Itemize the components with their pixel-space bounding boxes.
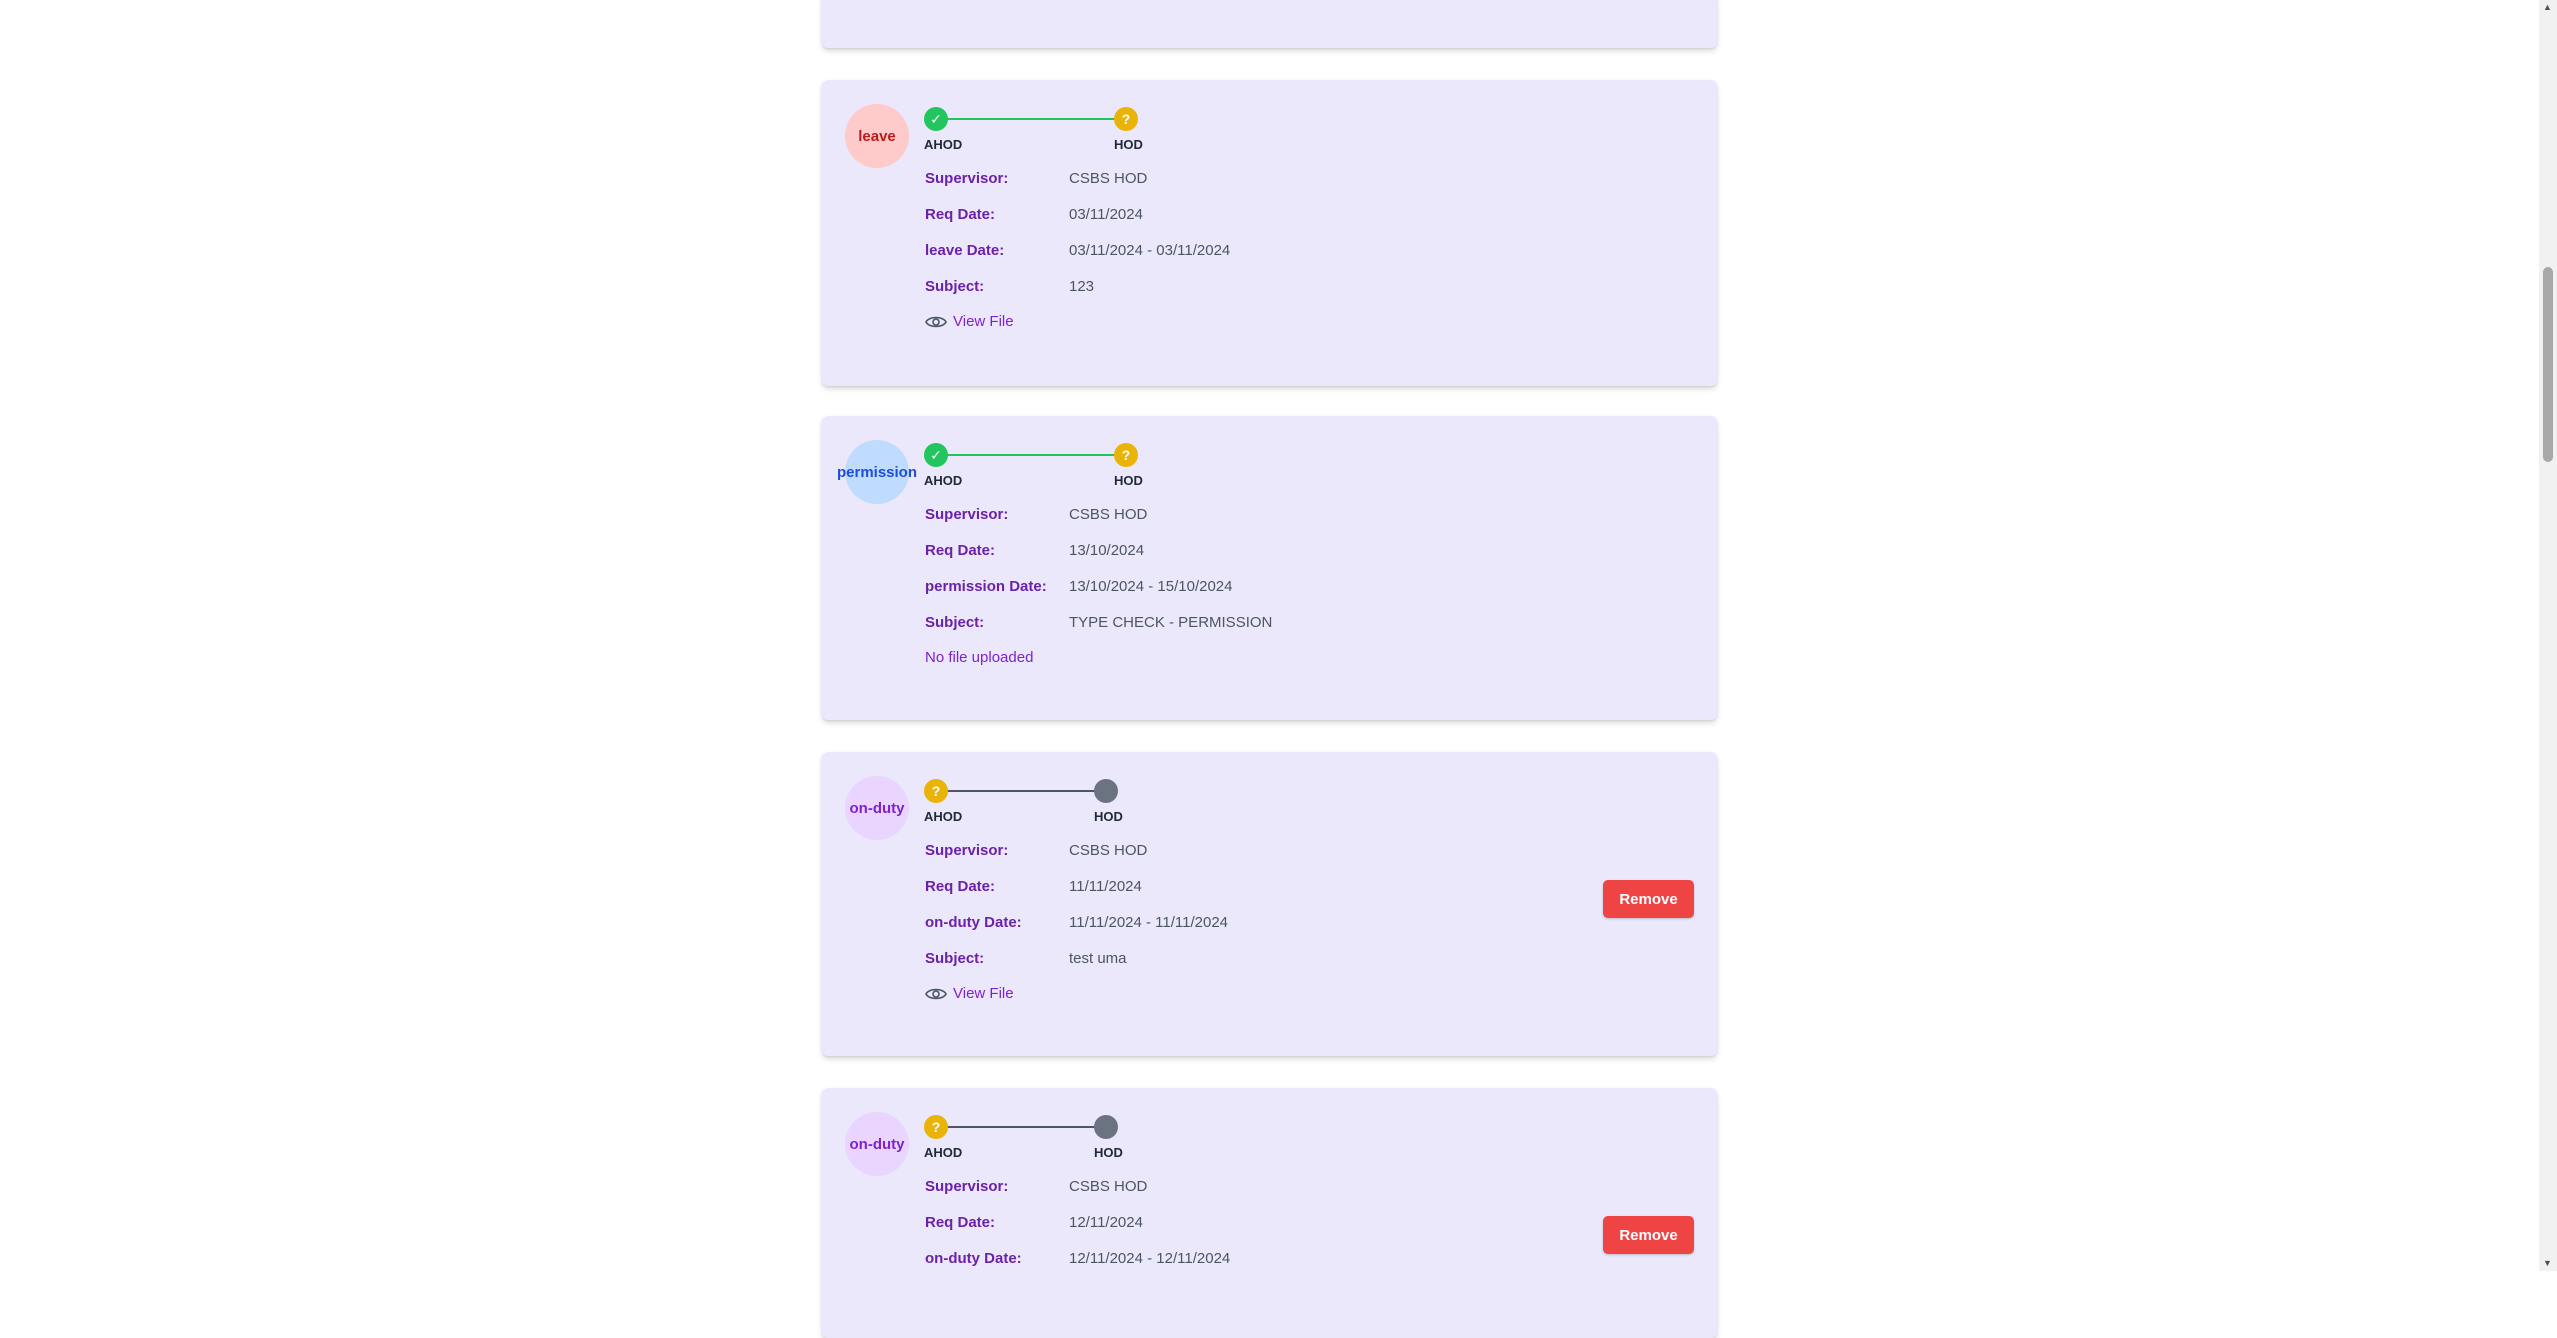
scroll-up-arrow-icon[interactable]: ▲ (2543, 2, 2552, 12)
step-label-ahod: AHOD (924, 809, 963, 824)
progress-line (936, 118, 1126, 120)
detail-value: 03/11/2024 (1069, 206, 1143, 223)
vertical-scrollbar[interactable]: ▲ ▼ (2539, 0, 2557, 1271)
detail-key: Subject: (925, 614, 985, 631)
pending-dot-icon (1094, 1115, 1118, 1139)
detail-key: permission Date: (925, 578, 1047, 595)
progress-line (936, 1126, 1106, 1128)
eye-icon (925, 988, 947, 999)
detail-value: CSBS HOD (1069, 170, 1148, 187)
remove-button[interactable]: Remove (1603, 1216, 1694, 1254)
detail-key: Supervisor: (925, 170, 1009, 187)
request-card-on-duty: on-duty ? AHOD HOD Supervisor: CSBS HOD R… (822, 1088, 1717, 1338)
step-label-ahod: AHOD (924, 137, 963, 152)
detail-key: Subject: (925, 278, 985, 295)
detail-key: Supervisor: (925, 506, 1009, 523)
detail-value: 12/11/2024 (1069, 1214, 1143, 1231)
eye-icon (925, 316, 947, 327)
request-card-previous (822, 0, 1717, 48)
request-card-leave: leave ✓ ? AHOD HOD Supervisor: CSBS HOD R… (822, 80, 1717, 386)
step-label-hod: HOD (1094, 1145, 1123, 1160)
progress-line (936, 454, 1126, 456)
view-file-link[interactable]: View File (925, 985, 1014, 1002)
step-label-hod: HOD (1114, 473, 1143, 488)
question-icon: ? (1114, 107, 1138, 131)
detail-value: CSBS HOD (1069, 842, 1148, 859)
detail-key: Supervisor: (925, 842, 1009, 859)
scrollbar-thumb[interactable] (2543, 267, 2553, 462)
detail-key: Req Date: (925, 878, 996, 895)
detail-key: leave Date: (925, 242, 1005, 259)
detail-key: Req Date: (925, 1214, 996, 1231)
scroll-down-arrow-icon[interactable]: ▼ (2543, 1258, 2552, 1268)
detail-value: TYPE CHECK - PERMISSION (1069, 614, 1273, 631)
request-type-badge: leave (845, 104, 909, 168)
detail-value: 12/11/2024 - 12/11/2024 (1069, 1250, 1231, 1267)
pending-dot-icon (1094, 779, 1118, 803)
detail-value: test uma (1069, 950, 1127, 967)
request-card-on-duty: on-duty ? AHOD HOD Supervisor: CSBS HOD R… (822, 752, 1717, 1056)
detail-value: 11/11/2024 - 11/11/2024 (1069, 914, 1229, 931)
remove-button[interactable]: Remove (1603, 880, 1694, 918)
detail-key: Subject: (925, 950, 985, 967)
question-icon: ? (1114, 443, 1138, 467)
progress-line (936, 790, 1106, 792)
detail-value: CSBS HOD (1069, 1178, 1148, 1195)
detail-key: on-duty Date: (925, 1250, 1022, 1267)
check-icon: ✓ (924, 107, 948, 131)
detail-key: Req Date: (925, 206, 996, 223)
request-card-permission: permission ✓ ? AHOD HOD Supervisor: CSBS … (822, 416, 1717, 720)
step-label-hod: HOD (1114, 137, 1143, 152)
detail-value: CSBS HOD (1069, 506, 1148, 523)
detail-value: 11/11/2024 (1069, 878, 1142, 895)
detail-value: 13/10/2024 - 15/10/2024 (1069, 578, 1233, 595)
step-label-ahod: AHOD (924, 473, 963, 488)
step-label-hod: HOD (1094, 809, 1123, 824)
detail-key: on-duty Date: (925, 914, 1022, 931)
detail-value: 123 (1069, 278, 1095, 295)
check-icon: ✓ (924, 443, 948, 467)
no-file-label: No file uploaded (925, 649, 1034, 666)
request-type-badge: on-duty (845, 1112, 909, 1176)
step-label-ahod: AHOD (924, 1145, 963, 1160)
request-type-badge: permission (837, 440, 917, 504)
request-type-badge: on-duty (845, 776, 909, 840)
detail-value: 13/10/2024 (1069, 542, 1145, 559)
detail-value: 03/11/2024 - 03/11/2024 (1069, 242, 1231, 259)
detail-key: Req Date: (925, 542, 996, 559)
question-icon: ? (924, 779, 948, 803)
view-file-label: View File (953, 313, 1014, 330)
no-file-text: No file uploaded (925, 649, 1033, 666)
view-file-label: View File (953, 985, 1014, 1002)
view-file-link[interactable]: View File (925, 313, 1014, 330)
detail-key: Supervisor: (925, 1178, 1009, 1195)
question-icon: ? (924, 1115, 948, 1139)
